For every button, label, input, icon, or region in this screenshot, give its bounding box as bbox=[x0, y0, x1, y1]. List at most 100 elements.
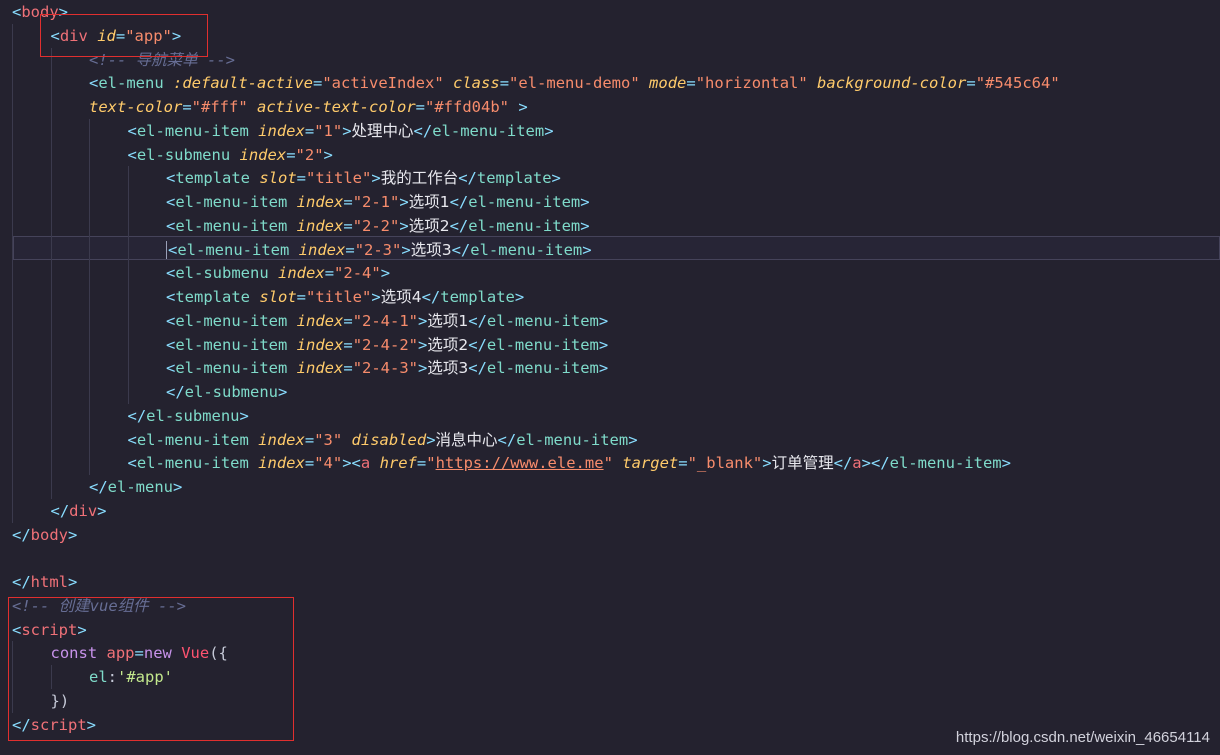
code-token: index bbox=[298, 240, 346, 259]
code-line[interactable]: <el-menu :default-active="activeIndex" c… bbox=[0, 71, 1220, 96]
code-token: </ bbox=[468, 335, 487, 354]
code-line[interactable]: }) bbox=[0, 688, 1220, 713]
indent-guide bbox=[12, 237, 13, 262]
code-line[interactable]: text-color="#fff" active-text-color="#ff… bbox=[0, 95, 1220, 119]
code-text: <el-submenu index="2"> bbox=[128, 143, 333, 167]
code-text: </div> bbox=[51, 499, 107, 523]
code-line[interactable]: el:'#app' bbox=[0, 665, 1220, 689]
indent-guide bbox=[89, 308, 90, 333]
code-text: <el-menu :default-active="activeIndex" c… bbox=[89, 71, 1060, 95]
code-token: "#545c64" bbox=[975, 74, 1060, 93]
code-line[interactable]: </el-menu> bbox=[0, 475, 1220, 499]
code-token: index bbox=[296, 193, 344, 211]
code-line[interactable]: </el-submenu> bbox=[0, 380, 1220, 404]
indent-guide bbox=[50, 213, 52, 238]
indent-guide bbox=[89, 403, 90, 428]
code-token: = bbox=[678, 454, 688, 473]
code-token: el-menu-item bbox=[175, 335, 288, 354]
code-token: < bbox=[127, 454, 137, 473]
indent-guide bbox=[12, 166, 13, 191]
code-line[interactable]: <el-menu-item index="3" disabled>消息中心</e… bbox=[0, 427, 1220, 452]
code-token: Vue bbox=[181, 644, 210, 663]
code-editor[interactable]: <body> <div id="app"> <!-- 导航菜单 --> <el-men… bbox=[0, 0, 1220, 755]
code-line[interactable]: </el-submenu> bbox=[0, 403, 1220, 428]
code-token: el-menu-item bbox=[432, 121, 545, 140]
code-text: <el-menu-item index="3" disabled>消息中心</e… bbox=[128, 428, 638, 452]
code-token: < bbox=[351, 454, 361, 473]
code-token: :default-active bbox=[173, 74, 313, 93]
code-token: 选项3 bbox=[410, 240, 452, 259]
code-token: el-submenu bbox=[136, 145, 231, 164]
code-line[interactable]: <div id="app"> bbox=[0, 23, 1220, 48]
code-line[interactable]: <el-menu-item index="2-2">选项2</el-menu-i… bbox=[0, 213, 1220, 238]
code-line[interactable]: <el-menu-item index="1">处理中心</el-menu-it… bbox=[0, 118, 1220, 143]
code-token: index bbox=[258, 454, 305, 473]
code-line[interactable]: <el-submenu index="2"> bbox=[0, 142, 1220, 167]
code-token: <!-- 创建vue组件 --> bbox=[12, 596, 186, 615]
code-token: 选项2 bbox=[427, 335, 469, 354]
indent-guide bbox=[50, 665, 52, 689]
code-line[interactable]: <el-menu-item index="2-1">选项1</el-menu-i… bbox=[0, 190, 1220, 214]
code-token: < bbox=[127, 145, 137, 164]
code-token: "activeIndex" bbox=[322, 74, 444, 93]
code-line[interactable]: <el-submenu index="2-4"> bbox=[0, 261, 1220, 286]
code-line[interactable] bbox=[0, 546, 1220, 570]
code-line[interactable]: </html> bbox=[0, 570, 1220, 594]
indent-guide bbox=[89, 356, 90, 381]
code-line[interactable]: const app=new Vue({ bbox=[0, 641, 1220, 666]
code-token: https://www.ele.me bbox=[435, 454, 604, 473]
indent-guide bbox=[50, 332, 52, 357]
indent-guide bbox=[12, 688, 13, 713]
code-token: </ bbox=[50, 501, 70, 520]
code-token: </ bbox=[12, 525, 31, 544]
code-token: > bbox=[371, 288, 381, 306]
code-token: > bbox=[580, 193, 590, 211]
indent-guide bbox=[12, 475, 13, 499]
code-line[interactable]: <!-- 创建vue组件 --> bbox=[0, 594, 1220, 618]
code-token: }) bbox=[50, 691, 70, 710]
code-token: < bbox=[166, 288, 176, 306]
code-line[interactable]: <el-menu-item index="2-4-3">选项3</el-menu… bbox=[0, 356, 1220, 381]
code-token: > bbox=[582, 240, 592, 259]
indent-guide bbox=[127, 261, 129, 286]
code-line[interactable]: <el-menu-item index="2-4-2">选项2</el-menu… bbox=[0, 332, 1220, 357]
code-token: "3" bbox=[314, 430, 343, 449]
code-text: <template slot="title">选项4</template> bbox=[166, 285, 524, 309]
code-line[interactable]: </body> bbox=[0, 523, 1220, 547]
indent-guide bbox=[12, 142, 13, 167]
indent-guide bbox=[12, 213, 13, 238]
code-line[interactable]: <el-menu-item index="2-4-1">选项1</el-menu… bbox=[0, 308, 1220, 333]
code-line[interactable]: <el-menu-item index="4"><a href="https:/… bbox=[0, 451, 1220, 476]
indent-guide bbox=[127, 308, 129, 333]
code-token: "1" bbox=[314, 121, 343, 140]
code-token: < bbox=[127, 430, 137, 449]
code-token: > bbox=[418, 311, 428, 330]
code-token: > bbox=[171, 26, 182, 45]
code-line[interactable]: </div> bbox=[0, 498, 1220, 523]
code-line[interactable]: <el-menu-item index="2-3">选项3</el-menu-i… bbox=[0, 237, 1220, 262]
code-line[interactable]: <template slot="title">我的工作台</template> bbox=[0, 166, 1220, 191]
code-line[interactable]: <template slot="title">选项4</template> bbox=[0, 285, 1220, 309]
code-token: 选项4 bbox=[380, 288, 422, 306]
code-token: < bbox=[166, 169, 176, 188]
code-token: = bbox=[686, 74, 696, 93]
code-token: "2-4-3" bbox=[352, 359, 419, 378]
code-line[interactable]: <!-- 导航菜单 --> bbox=[0, 47, 1220, 72]
code-token: < bbox=[166, 311, 176, 330]
code-token: > bbox=[278, 383, 288, 401]
code-line[interactable]: <body> bbox=[0, 0, 1220, 24]
code-token: < bbox=[166, 335, 176, 354]
code-text: const app=new Vue({ bbox=[51, 641, 228, 665]
indent-guide bbox=[50, 118, 52, 143]
code-text: </body> bbox=[12, 523, 77, 547]
code-line[interactable]: <script> bbox=[0, 618, 1220, 642]
indent-guide bbox=[50, 475, 52, 499]
